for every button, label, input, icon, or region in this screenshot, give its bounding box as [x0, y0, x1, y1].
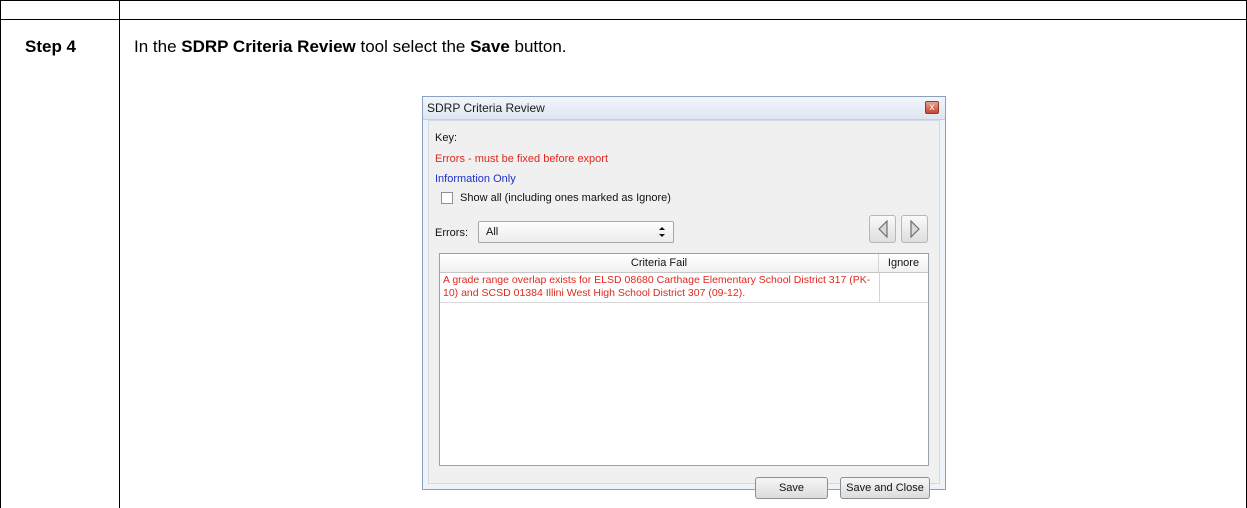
- table-left-border: [0, 0, 1, 508]
- next-button[interactable]: [901, 215, 928, 243]
- info-legend: Information Only: [435, 173, 516, 185]
- criteria-fail-cell: A grade range overlap exists for ELSD 08…: [443, 274, 871, 299]
- dialog-content: Key: Errors - must be fixed before expor…: [428, 120, 940, 499]
- show-all-checkbox[interactable]: [441, 192, 453, 204]
- close-icon[interactable]: x: [925, 101, 939, 114]
- ignore-cell[interactable]: [880, 273, 928, 302]
- table-row[interactable]: A grade range overlap exists for ELSD 08…: [440, 273, 928, 303]
- table-row-divider: [0, 19, 1247, 20]
- table-column-divider: [119, 0, 120, 508]
- column-header-ignore[interactable]: Ignore: [879, 254, 928, 272]
- table-top-border: [0, 0, 1247, 1]
- save-button[interactable]: Save: [755, 477, 828, 499]
- instruction-suffix: button.: [509, 37, 567, 56]
- sdrp-criteria-review-dialog: SDRP Criteria Review x Key: Errors - mus…: [422, 96, 946, 499]
- instruction-button-name: Save: [470, 37, 510, 56]
- errors-filter-value: All: [486, 226, 499, 238]
- step-instruction: In the SDRP Criteria Review tool select …: [134, 37, 567, 57]
- errors-filter-select[interactable]: All: [478, 221, 674, 243]
- step-label: Step 4: [25, 37, 77, 56]
- grid-header: Criteria Fail Ignore: [440, 254, 928, 273]
- instruction-mid: tool select the: [355, 37, 471, 56]
- previous-arrow-icon: [878, 220, 888, 238]
- criteria-grid: Criteria Fail Ignore A grade range overl…: [439, 253, 929, 466]
- dialog-titlebar[interactable]: SDRP Criteria Review x: [423, 97, 945, 120]
- instruction-prefix: In the: [134, 37, 182, 56]
- dropdown-arrows-icon: [657, 223, 667, 244]
- save-and-close-button[interactable]: Save and Close: [840, 477, 930, 499]
- error-legend: Errors - must be fixed before export: [435, 153, 609, 165]
- instruction-tool-name: SDRP Criteria Review: [181, 37, 356, 56]
- errors-filter-label: Errors:: [435, 227, 468, 239]
- dialog-title: SDRP Criteria Review: [427, 101, 545, 115]
- column-header-criteria-fail[interactable]: Criteria Fail: [440, 254, 879, 272]
- key-label: Key:: [435, 132, 458, 144]
- previous-button[interactable]: [869, 215, 896, 243]
- show-all-label[interactable]: Show all (including ones marked as Ignor…: [460, 192, 671, 204]
- next-arrow-icon: [910, 220, 920, 238]
